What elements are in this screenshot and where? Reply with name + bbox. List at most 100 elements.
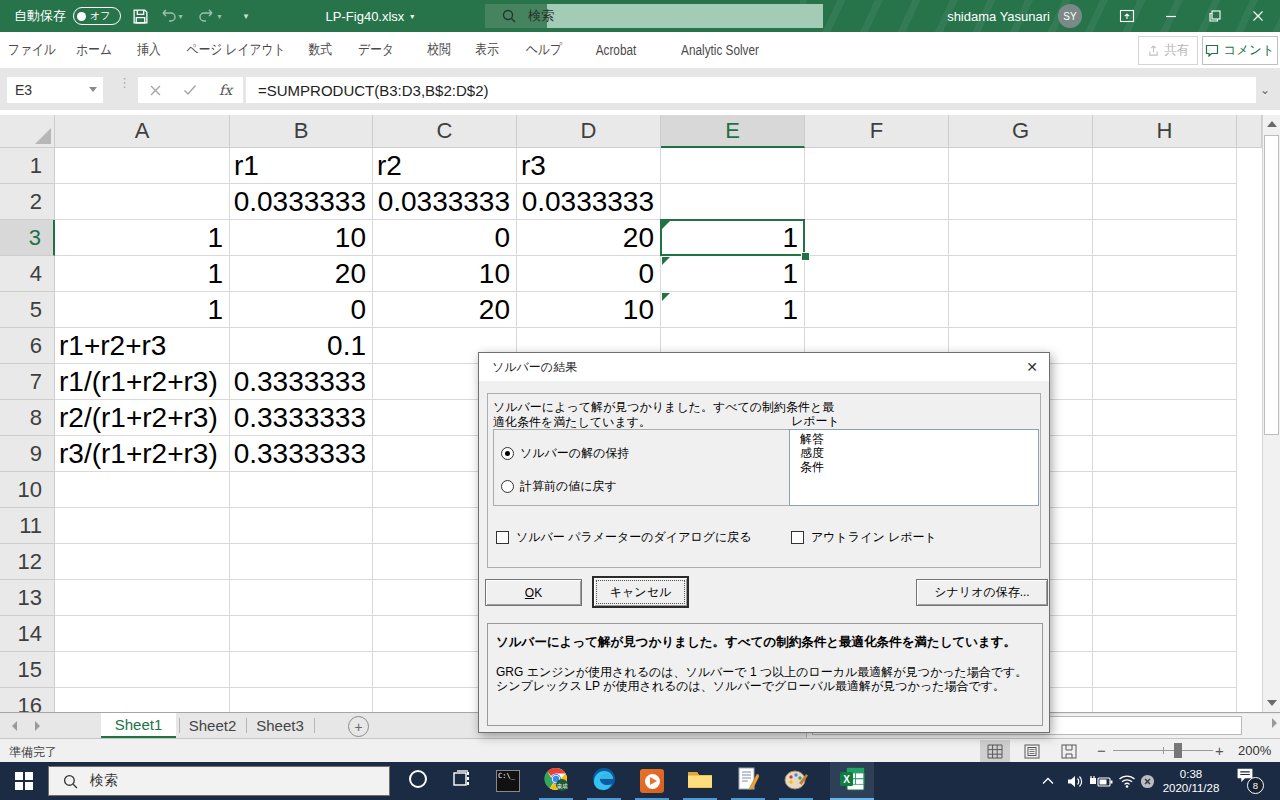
cell-A9[interactable]: r3/(r1+r2+r3) <box>55 436 230 472</box>
taskbar-app-media-player[interactable] <box>630 762 674 800</box>
checkbox-icon[interactable] <box>496 531 509 544</box>
user-name[interactable]: shidama Yasunari <box>947 0 1050 32</box>
column-header-G[interactable]: G <box>949 115 1093 148</box>
formula-input[interactable]: =SUMPRODUCT(B3:D3,B$2:D$2) <box>246 77 1256 103</box>
ribbon-tab-ヘルプ[interactable]: ヘルプ <box>523 32 566 68</box>
column-header-B[interactable]: B <box>230 115 373 148</box>
row-header-7[interactable]: 7 <box>0 364 55 400</box>
report-item-limits[interactable]: 条件 <box>800 460 1038 474</box>
cell-C5[interactable]: 20 <box>373 292 517 328</box>
titlebar-search-box[interactable]: 検索 <box>485 4 823 28</box>
taskbar-app-excel[interactable]: X <box>830 762 874 800</box>
cell-B8[interactable]: 0.3333333 <box>230 400 373 436</box>
taskbar-search-box[interactable]: 検索 <box>48 766 390 796</box>
taskbar-app-file-explorer[interactable] <box>678 762 722 800</box>
cell-E5[interactable]: 1 <box>661 292 805 328</box>
cell-D5[interactable]: 10 <box>517 292 661 328</box>
cell-B7[interactable]: 0.3333333 <box>230 364 373 400</box>
ribbon-tab-校閲[interactable]: 校閲 <box>425 32 453 68</box>
vertical-scrollbar[interactable] <box>1262 115 1280 712</box>
sheet-tab-sheet1[interactable]: Sheet1 <box>101 713 176 738</box>
dialog-title-bar[interactable]: ソルバーの結果 <box>479 353 1049 381</box>
row-header-6[interactable]: 6 <box>0 328 55 364</box>
cell-A5[interactable]: 1 <box>55 292 230 328</box>
ribbon-tab-ページ-レイアウト[interactable]: ページ レイアウト <box>177 32 295 68</box>
quick-access-more-button[interactable]: ▾ <box>234 0 258 32</box>
cell-C3[interactable]: 0 <box>373 220 517 256</box>
column-header-D[interactable]: D <box>517 115 661 148</box>
cell-A3[interactable]: 1 <box>55 220 230 256</box>
sheet-nav-right-icon[interactable] <box>35 721 40 731</box>
scroll-right-button[interactable] <box>1272 718 1277 728</box>
tray-expand-icon[interactable] <box>1036 762 1060 800</box>
save-scenario-button[interactable]: シナリオの保存... <box>916 579 1048 606</box>
maximize-button[interactable] <box>1193 0 1237 32</box>
share-button[interactable]: 共有 <box>1138 36 1198 65</box>
cell-B5[interactable]: 0 <box>230 292 373 328</box>
cancel-button[interactable]: キャンセル <box>592 576 689 608</box>
cancel-entry-icon[interactable] <box>149 84 162 97</box>
row-header-12[interactable]: 12 <box>0 544 55 580</box>
taskbar-app-cortana[interactable] <box>396 762 440 800</box>
ribbon-tab-表示[interactable]: 表示 <box>473 32 501 68</box>
zoom-in-button[interactable]: + <box>1215 742 1224 759</box>
taskbar-app-notepad[interactable] <box>726 762 770 800</box>
cell-B3[interactable]: 10 <box>230 220 373 256</box>
ribbon-tab-数式[interactable]: 数式 <box>306 32 334 68</box>
zoom-out-button[interactable]: − <box>1097 742 1106 759</box>
undo-button[interactable]: ▾ <box>155 0 187 32</box>
cell-A8[interactable]: r2/(r1+r2+r3) <box>55 400 230 436</box>
cell-D3[interactable]: 20 <box>517 220 661 256</box>
taskbar-app-paint[interactable] <box>774 762 818 800</box>
autosave-switch-icon[interactable]: オフ <box>73 7 121 25</box>
row-header-1[interactable]: 1 <box>0 148 55 184</box>
row-header-9[interactable]: 9 <box>0 436 55 472</box>
cell-D1[interactable]: r3 <box>517 148 661 184</box>
radio-selected-icon[interactable] <box>501 447 514 460</box>
cell-B6[interactable]: 0.1 <box>230 328 373 364</box>
sheet-tab-sheet3[interactable]: Sheet3 <box>247 713 313 738</box>
document-title[interactable]: LP-Fig40.xlsx ▾ <box>300 0 440 32</box>
column-header-E[interactable]: E <box>661 115 805 148</box>
page-layout-view-button[interactable] <box>1017 740 1047 762</box>
cell-D2[interactable]: 0.0333333 <box>517 184 661 220</box>
taskbar-app-chrome[interactable]: 康成 <box>534 762 578 800</box>
column-header-C[interactable]: C <box>373 115 517 148</box>
row-header-10[interactable]: 10 <box>0 472 55 508</box>
cell-C4[interactable]: 10 <box>373 256 517 292</box>
column-header-H[interactable]: H <box>1093 115 1237 148</box>
radio-unselected-icon[interactable] <box>501 480 514 493</box>
column-header-F[interactable]: F <box>805 115 949 148</box>
checkbox-icon[interactable] <box>791 531 804 544</box>
outline-report-checkbox[interactable]: アウトライン レポート <box>791 529 937 546</box>
row-header-13[interactable]: 13 <box>0 580 55 616</box>
selected-cell-outline[interactable] <box>660 219 805 256</box>
select-all-corner[interactable] <box>0 115 55 148</box>
row-header-8[interactable]: 8 <box>0 400 55 436</box>
cell-D4[interactable]: 0 <box>517 256 661 292</box>
namebox-dropdown-icon[interactable] <box>89 87 97 92</box>
ribbon-tab-acrobat[interactable]: Acrobat <box>592 32 640 68</box>
sheet-tab-sheet2[interactable]: Sheet2 <box>180 713 245 738</box>
report-item-answer[interactable]: 解答 <box>800 432 1038 446</box>
dialog-close-button[interactable]: ✕ <box>1016 354 1048 380</box>
taskbar-app-terminal[interactable]: C:\_ <box>486 762 530 800</box>
return-to-dialog-checkbox[interactable]: ソルバー パラメーターのダイアログに戻る <box>496 529 752 546</box>
volume-icon[interactable] <box>1062 762 1088 800</box>
sheet-nav-left-icon[interactable] <box>12 721 17 731</box>
insert-function-icon[interactable]: fx <box>219 82 232 98</box>
row-header-4[interactable]: 4 <box>0 256 55 292</box>
confirm-entry-icon[interactable] <box>183 84 197 96</box>
minimize-button[interactable] <box>1149 0 1193 32</box>
cell-C2[interactable]: 0.0333333 <box>373 184 517 220</box>
cell-B1[interactable]: r1 <box>230 148 373 184</box>
cell-B2[interactable]: 0.0333333 <box>230 184 373 220</box>
battery-icon[interactable] <box>1088 762 1114 800</box>
redo-button[interactable]: ▾ <box>194 0 226 32</box>
cell-A7[interactable]: r1/(r1+r2+r3) <box>55 364 230 400</box>
zoom-level[interactable]: 200% <box>1238 743 1271 758</box>
close-button[interactable] <box>1236 0 1280 32</box>
name-box[interactable]: E3 <box>7 77 103 103</box>
row-header-15[interactable]: 15 <box>0 652 55 688</box>
cell-A4[interactable]: 1 <box>55 256 230 292</box>
